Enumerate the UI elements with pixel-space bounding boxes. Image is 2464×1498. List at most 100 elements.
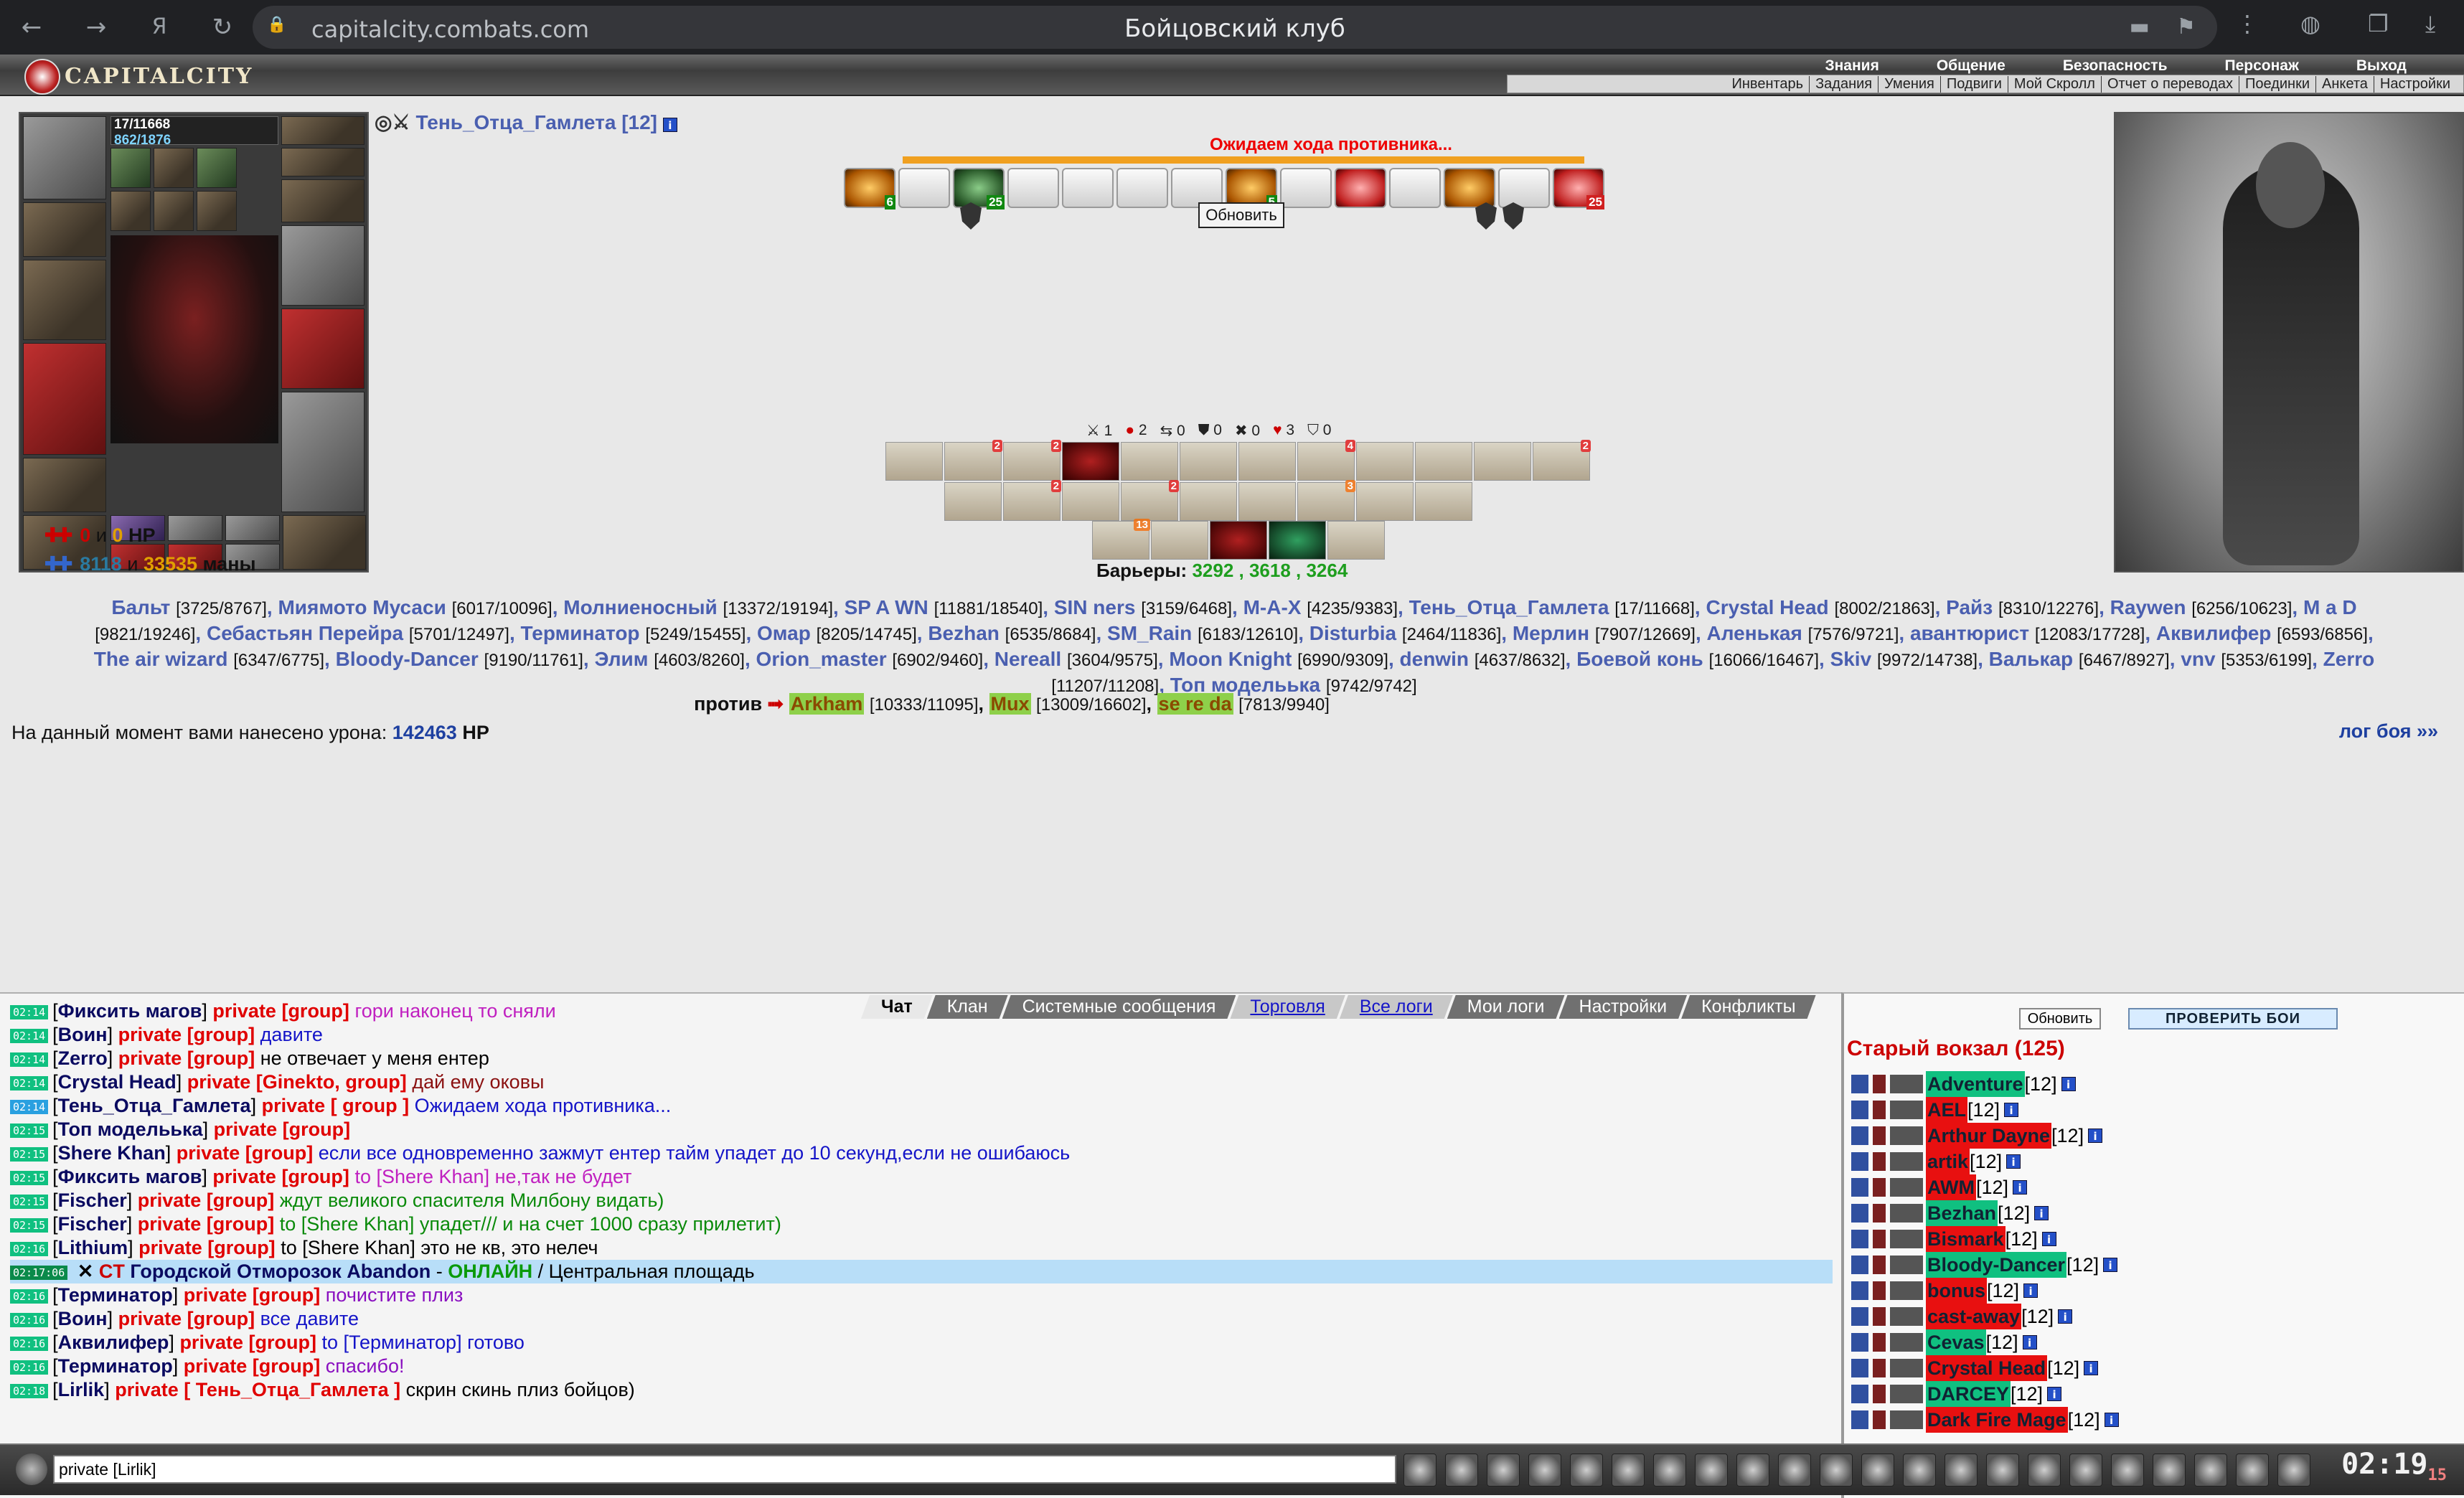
- scroll-slot[interactable]: [154, 148, 194, 188]
- player-row[interactable]: artik [12] i: [1851, 1149, 2119, 1174]
- spell-icon[interactable]: [1861, 1454, 1894, 1487]
- enemy-name[interactable]: se re da: [1157, 693, 1233, 715]
- ally-name[interactable]: Райз: [1946, 596, 1993, 618]
- smile-icon[interactable]: [1695, 1454, 1728, 1487]
- ally-entry[interactable]: Disturbia [2464/11836]: [1309, 622, 1502, 644]
- player-name[interactable]: artik: [1926, 1149, 1970, 1174]
- effect-icon[interactable]: [1238, 442, 1296, 481]
- info-icon[interactable]: i: [2041, 1232, 2056, 1246]
- eraser-icon[interactable]: [1445, 1454, 1478, 1487]
- ally-entry[interactable]: denwin [4637/8632]: [1400, 648, 1566, 670]
- player-name[interactable]: Dark Fire Mage: [1926, 1407, 2068, 1433]
- action-slot[interactable]: [898, 168, 950, 208]
- ally-name[interactable]: Тень_Отца_Гамлета: [1409, 596, 1609, 618]
- chat-author[interactable]: Терминатор: [58, 1355, 173, 1377]
- ally-name[interactable]: Себастьян Перейра: [207, 622, 403, 644]
- effect-icon[interactable]: [885, 442, 943, 481]
- info-icon[interactable]: i: [2104, 1413, 2119, 1427]
- quill-icon[interactable]: [2236, 1454, 2269, 1487]
- submenu-quests[interactable]: Задания: [1809, 75, 1878, 93]
- info-icon[interactable]: i: [2103, 1258, 2118, 1272]
- tab-chat[interactable]: Чат: [861, 995, 933, 1019]
- chat-author[interactable]: Терминатор: [58, 1284, 173, 1306]
- player-name[interactable]: DARCEY: [1926, 1381, 2011, 1407]
- chat-private-tag[interactable]: private [group]: [138, 1237, 276, 1258]
- walk-icon[interactable]: [1570, 1454, 1603, 1487]
- ally-entry[interactable]: Аленькая [7576/9721]: [1707, 622, 1899, 644]
- submenu-feats[interactable]: Подвиги: [1939, 75, 2008, 93]
- yandex-icon[interactable]: Я: [141, 9, 178, 46]
- ally-entry[interactable]: Мерлин [7907/12669]: [1513, 622, 1696, 644]
- ally-name[interactable]: Терминатор: [521, 622, 640, 644]
- ally-entry[interactable]: Skiv [9972/14738]: [1830, 648, 1978, 670]
- lock-icon[interactable]: [2153, 1454, 2186, 1487]
- effect-icon[interactable]: [1121, 442, 1178, 481]
- effect-icon[interactable]: [1269, 521, 1326, 560]
- action-slot[interactable]: 25: [1553, 168, 1604, 209]
- chat-private-tag[interactable]: private [group]: [184, 1355, 321, 1377]
- ally-entry[interactable]: Бальт [3725/8767]: [111, 596, 267, 618]
- action-slot[interactable]: [1444, 168, 1495, 208]
- ally-name[interactable]: vnv: [2181, 648, 2215, 670]
- player-name[interactable]: AEL: [1926, 1097, 1967, 1123]
- ally-name[interactable]: M-A-X: [1243, 596, 1302, 618]
- chat-author[interactable]: Zerro: [58, 1047, 108, 1069]
- chat-bubble-icon[interactable]: ▬: [2130, 14, 2150, 39]
- player-row[interactable]: AWM [12] i: [1851, 1174, 2119, 1200]
- enemy-name[interactable]: Arkham: [789, 693, 865, 715]
- effect-icon[interactable]: [944, 482, 1002, 521]
- ally-entry[interactable]: Bezhan [6535/8684]: [928, 622, 1096, 644]
- player-row[interactable]: Bezhan [12] i: [1851, 1200, 2119, 1226]
- player-name[interactable]: Bezhan: [1926, 1200, 1998, 1226]
- chat-message-input[interactable]: private [Lirlik]: [53, 1455, 1396, 1484]
- ally-entry[interactable]: Bloody-Dancer [9190/11761]: [336, 648, 583, 670]
- info-icon[interactable]: i: [662, 118, 677, 132]
- bookmark-icon[interactable]: ⚑: [2176, 14, 2196, 39]
- menu-security[interactable]: Безопасность: [2034, 57, 2196, 74]
- chat-author[interactable]: Топ модельька: [58, 1118, 203, 1140]
- tab-my-logs[interactable]: Мои логи: [1447, 995, 1565, 1019]
- chat-author[interactable]: Fischer: [58, 1213, 127, 1235]
- filter-icon[interactable]: [1487, 1454, 1520, 1487]
- effect-icon[interactable]: [1180, 442, 1237, 481]
- tab-all-logs[interactable]: Все логи: [1340, 995, 1453, 1019]
- chat-private-tag[interactable]: private [group]: [118, 1047, 255, 1069]
- refresh-battle-button[interactable]: Обновить: [1198, 202, 1284, 228]
- effect-icon[interactable]: 2: [1003, 480, 1061, 521]
- ally-entry[interactable]: авантюрист [12083/17728]: [1910, 622, 2145, 644]
- ally-entry[interactable]: Валькар [6467/8927]: [1989, 648, 2170, 670]
- save-icon[interactable]: [1528, 1454, 1561, 1487]
- record-icon[interactable]: [1778, 1454, 1811, 1487]
- helmet-icon[interactable]: [1736, 1454, 1769, 1487]
- effect-icon[interactable]: [1062, 482, 1119, 521]
- chat-private-tag[interactable]: private [group]: [138, 1190, 275, 1211]
- ally-name[interactable]: SP A WN: [845, 596, 928, 618]
- tab-settings[interactable]: Настройки: [1559, 995, 1688, 1019]
- ally-entry[interactable]: The air wizard [6347/6775]: [94, 648, 324, 670]
- effect-icon[interactable]: 2: [1003, 440, 1061, 481]
- scroll-slot[interactable]: [110, 191, 151, 231]
- chat-author[interactable]: Аквилифер: [58, 1332, 169, 1353]
- gloves-slot[interactable]: [281, 225, 365, 306]
- ally-name[interactable]: Валькар: [1989, 648, 2073, 670]
- chat-author[interactable]: Воин: [58, 1308, 108, 1329]
- scroll-slot[interactable]: [154, 191, 194, 231]
- action-slot[interactable]: [1116, 168, 1168, 208]
- translit-icon[interactable]: [1612, 1454, 1645, 1487]
- player-name[interactable]: bonus: [1926, 1278, 1987, 1304]
- info-icon[interactable]: i: [2004, 1103, 2019, 1117]
- chat-private-tag[interactable]: private [group]: [138, 1213, 275, 1235]
- sword-icon[interactable]: [1986, 1454, 2019, 1487]
- rings-slot[interactable]: [281, 179, 365, 222]
- ally-name[interactable]: Orion_master: [756, 648, 887, 670]
- belt-slot[interactable]: [23, 458, 106, 512]
- info-icon[interactable]: i: [2023, 1283, 2039, 1298]
- chat-private-tag[interactable]: private [group]: [179, 1332, 316, 1353]
- player-row[interactable]: cast-away [12] i: [1851, 1304, 2119, 1329]
- bracers-slot[interactable]: [23, 202, 106, 257]
- effect-icon[interactable]: [1210, 521, 1267, 560]
- menu-dots-icon[interactable]: ⋮: [2236, 10, 2259, 37]
- submenu-transfers[interactable]: Отчет о переводах: [2100, 75, 2239, 93]
- player-row[interactable]: bonus [12] i: [1851, 1278, 2119, 1304]
- ally-entry[interactable]: Nereall [3604/9575]: [994, 648, 1158, 670]
